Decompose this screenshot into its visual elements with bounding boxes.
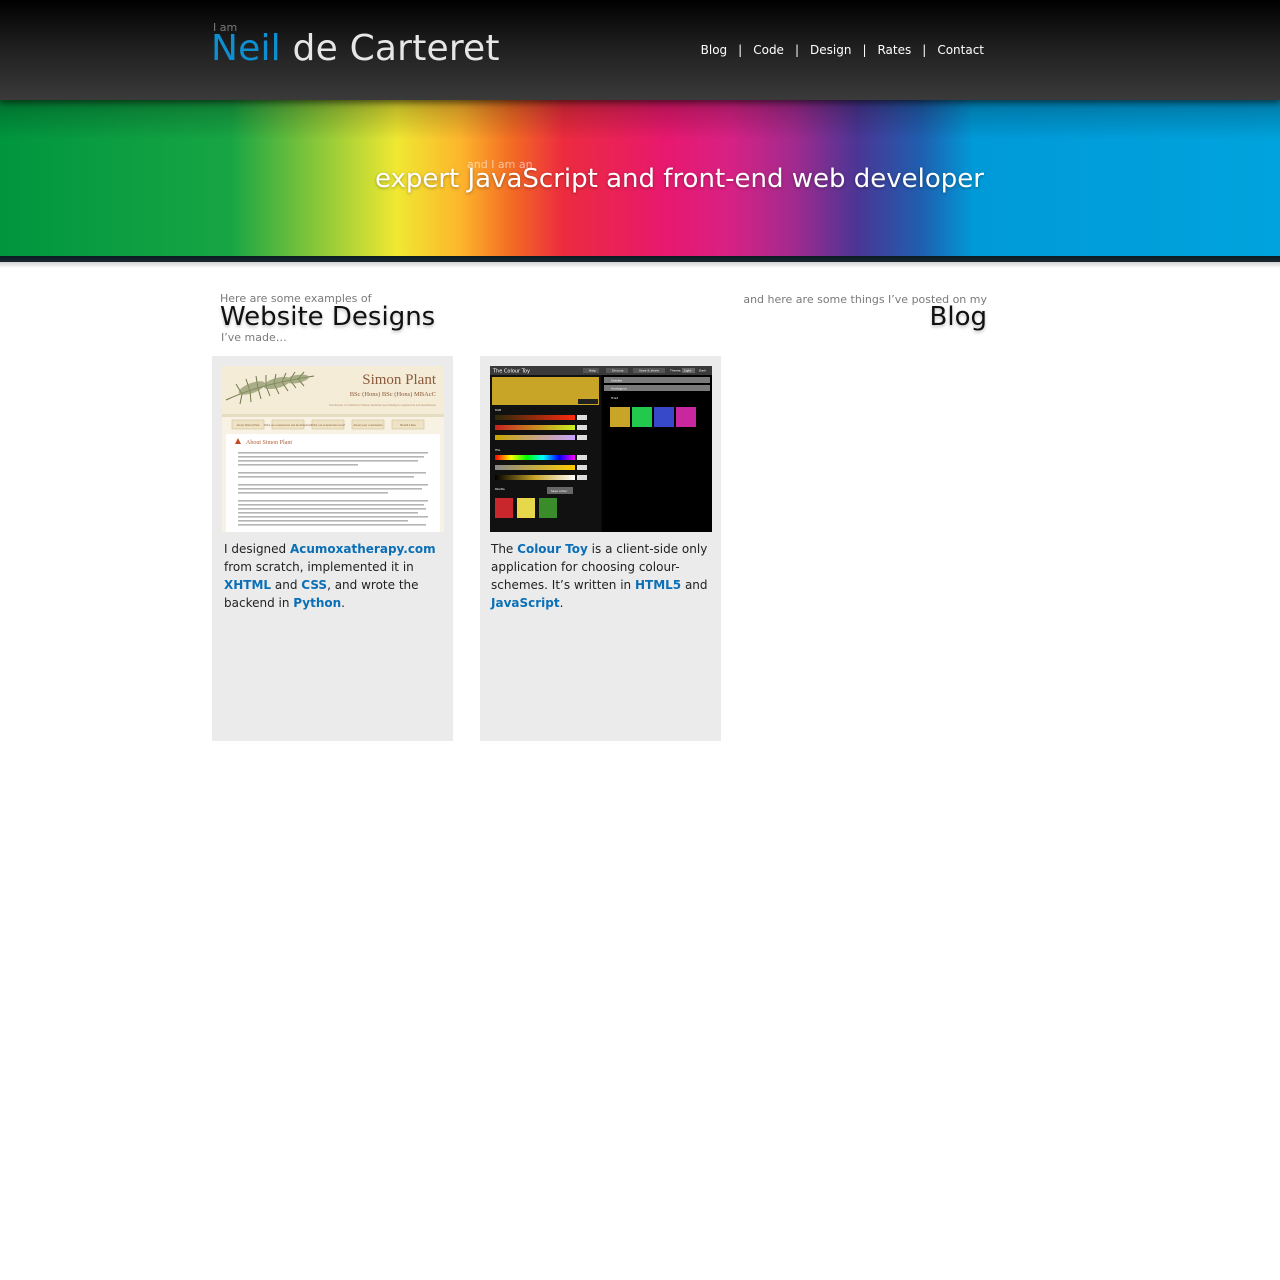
colour-toy-link[interactable]: Colour Toy (517, 542, 588, 556)
design-card-acumoxatherapy: Simon Plant BSc (Hons) BSc (Hons) MBAcC … (212, 356, 453, 741)
design-card-colour-toy: The Colour Toy Help Discuss Save & share… (480, 356, 721, 741)
site-title-first-name: Neil (211, 28, 281, 69)
nav-code[interactable]: Code (753, 43, 784, 57)
thumb-toolbar: Dark (699, 369, 706, 373)
site-title[interactable]: Neil de Carteret (211, 27, 500, 71)
acumoxatherapy-screenshot[interactable]: Simon Plant BSc (Hons) BSc (Hons) MBAcC … (222, 366, 444, 532)
thumb-tab: What can acupuncture treat? (311, 423, 346, 427)
thumb-toolbar: Save & share (639, 369, 659, 373)
xhtml-link[interactable]: XHTML (224, 578, 271, 592)
description-text: I designed (224, 542, 290, 556)
acumoxatherapy-description: I designed Acumoxatherapy.com from scrat… (224, 540, 449, 612)
nav-contact[interactable]: Contact (937, 43, 984, 57)
nav-separator: | (794, 43, 799, 57)
nav-design[interactable]: Design (810, 43, 851, 57)
thumb-tab: About Simon Plant (236, 423, 259, 427)
css-link[interactable]: CSS (301, 578, 327, 592)
nav-separator: | (738, 43, 743, 57)
thumb-tab: Health Links (400, 423, 416, 427)
nav-rates[interactable]: Rates (877, 43, 911, 57)
banner-shadow (0, 100, 1280, 140)
nav-separator: | (922, 43, 927, 57)
thumb-group: Analogous (611, 387, 627, 391)
description-text: . (559, 596, 564, 610)
description-text: from scratch, implemented it in (224, 560, 414, 574)
javascript-link[interactable]: JavaScript (491, 596, 560, 610)
acumoxatherapy-link[interactable]: Acumoxatherapy.com (290, 542, 436, 556)
main-nav: Blog | Code | Design | Rates | Contact (701, 43, 984, 57)
blog-heading[interactable]: Blog (930, 302, 987, 332)
designs-subtext: I’ve made… (221, 331, 287, 344)
thumb-group: Triad (610, 396, 618, 400)
banner-bottom-shadow (0, 262, 1280, 268)
html5-link[interactable]: HTML5 (635, 578, 681, 592)
nav-blog[interactable]: Blog (701, 43, 728, 57)
thumb-button: Save colour (551, 489, 568, 493)
colour-toy-screenshot[interactable]: The Colour Toy Help Discuss Save & share… (490, 366, 712, 532)
thumb-heading: About Simon Plant (246, 440, 292, 446)
description-text: and (681, 578, 708, 592)
thumb-title: Simon Plant (362, 372, 437, 388)
site-header: I am Neil de Carteret Blog | Code | Desi… (0, 0, 1280, 100)
thumb-tagline: Practitioner of traditional Chinese medi… (329, 403, 436, 407)
designs-heading: Website Designs (220, 302, 436, 332)
thumb-tab: What are acupuncture and moxibustion? (264, 423, 313, 427)
thumb-subtitle: BSc (Hons) BSc (Hons) MBAcC (350, 391, 436, 398)
thumb-label: HSL (495, 448, 501, 452)
thumb-app-title: The Colour Toy (492, 369, 530, 375)
thumb-toolbar: Discuss (612, 369, 624, 373)
banner-tagline: expert JavaScript and front-end web deve… (374, 164, 984, 194)
thumb-group: Shades (611, 379, 622, 383)
python-link[interactable]: Python (293, 596, 341, 610)
thumb-toolbar: Help (589, 369, 596, 373)
site-title-last-name: de Carteret (292, 28, 500, 69)
nav-separator: | (862, 43, 867, 57)
thumb-label: RGB (495, 408, 501, 412)
description-text: The (491, 542, 518, 556)
thumb-toolbar: Theme: (669, 369, 681, 373)
thumb-toolbar: Light (684, 369, 692, 373)
description-text: . (341, 596, 345, 610)
colour-toy-description: The Colour Toy is a client-side only app… (491, 540, 719, 612)
thumb-tab: About your consultation (353, 423, 383, 427)
description-text: and (271, 578, 302, 592)
thumb-label: Palette (495, 487, 505, 491)
